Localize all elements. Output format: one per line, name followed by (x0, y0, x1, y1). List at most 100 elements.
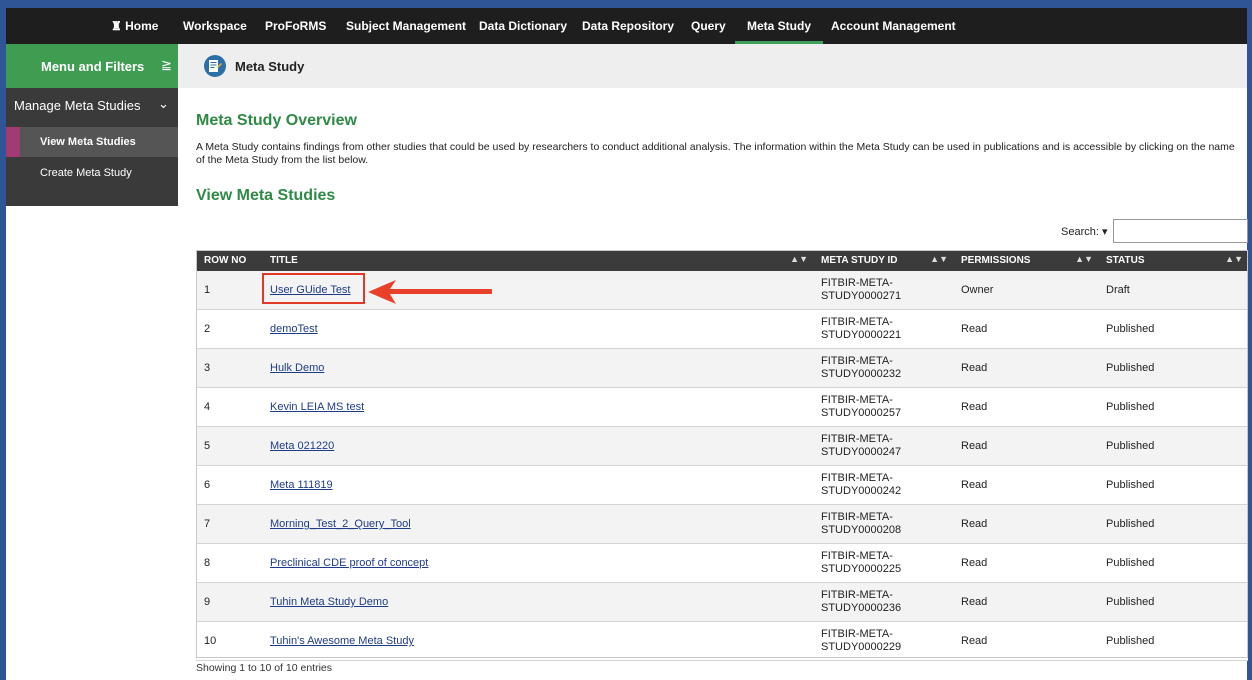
chevron-down-icon: ⌄ (158, 96, 169, 111)
nav-data-repository[interactable]: Data Repository (582, 8, 674, 44)
title-cell: Hulk Demo (262, 348, 813, 388)
row-number: 9 (196, 582, 262, 622)
column-header-permissions[interactable]: PERMISSIONS ▲▼ (953, 250, 1098, 271)
search-input[interactable] (1113, 219, 1248, 243)
meta-study-icon (204, 55, 226, 77)
status: Published (1098, 543, 1248, 583)
permissions: Read (953, 465, 1098, 505)
column-header-status[interactable]: STATUS ▲▼ (1098, 250, 1248, 271)
column-header-meta-study-id[interactable]: META STUDY ID ▲▼ (813, 250, 953, 271)
sidebar-item-create-meta-study[interactable]: Create Meta Study (6, 158, 178, 188)
nav-account-management[interactable]: Account Management (831, 8, 956, 44)
double-chevron-down-icon[interactable]: ≧ (161, 57, 172, 73)
caret-down-icon: ▾ (1101, 226, 1108, 238)
nav-subject-management[interactable]: Subject Management (346, 8, 466, 44)
row-number: 3 (196, 348, 262, 388)
sort-icon: ▲▼ (790, 254, 808, 264)
meta-study-link[interactable]: Preclinical CDE proof of concept (270, 557, 428, 569)
view-meta-studies-heading: View Meta Studies (196, 187, 336, 204)
sort-icon: ▲▼ (1225, 254, 1243, 264)
nav-home-label: Home (125, 19, 159, 33)
column-header-row-no[interactable]: ROW NO (196, 250, 262, 271)
sort-icon: ▲▼ (930, 254, 948, 264)
sidebar-header[interactable]: Menu and Filters ≧ (6, 44, 178, 88)
meta-study-link[interactable]: demoTest (270, 323, 318, 335)
sort-icon: ▲▼ (1075, 254, 1093, 264)
row-number: 7 (196, 504, 262, 544)
table-row: 2 demoTest FITBIR-META-STUDY0000221 Read… (196, 309, 1248, 349)
top-navigation: ♜ Home Workspace ProFoRMS Subject Manage… (6, 8, 1247, 44)
permissions: Read (953, 582, 1098, 622)
title-cell: Tuhin Meta Study Demo (262, 582, 813, 622)
title-cell: Morning_Test_2_Query_Tool (262, 504, 813, 544)
column-header-label: META STUDY ID (821, 255, 898, 266)
table-header-row: ROW NO TITLE ▲▼ META STUDY ID ▲▼ PERMISSIO… (196, 250, 1248, 271)
table-row: 6 Meta 111819 FITBIR-META-STUDY0000242 R… (196, 465, 1248, 505)
table-row: 9 Tuhin Meta Study Demo FITBIR-META-STUD… (196, 582, 1248, 622)
overview-description: A Meta Study contains findings from othe… (196, 141, 1235, 166)
table-info: Showing 1 to 10 of 10 entries (196, 662, 333, 674)
nav-query[interactable]: Query (691, 8, 726, 44)
meta-study-link[interactable]: Tuhin's Awesome Meta Study (270, 635, 414, 647)
permissions: Read (953, 504, 1098, 544)
status: Published (1098, 387, 1248, 427)
home-icon: ♜ (111, 19, 122, 33)
sidebar-group-label: Manage Meta Studies (14, 98, 141, 113)
nav-data-dictionary[interactable]: Data Dictionary (479, 8, 567, 44)
meta-study-id: FITBIR-META-STUDY0000271 (813, 271, 953, 310)
column-header-label: STATUS (1106, 255, 1145, 266)
title-cell: Tuhin's Awesome Meta Study (262, 621, 813, 661)
frame-top (0, 0, 1252, 8)
meta-study-link[interactable]: Hulk Demo (270, 362, 324, 374)
status: Published (1098, 309, 1248, 349)
table-row: 5 Meta 021220 FITBIR-META-STUDY0000247 R… (196, 426, 1248, 466)
meta-study-id: FITBIR-META-STUDY0000208 (813, 504, 953, 544)
status: Published (1098, 426, 1248, 466)
meta-study-link[interactable]: Morning_Test_2_Query_Tool (270, 518, 411, 530)
meta-study-id: FITBIR-META-STUDY0000221 (813, 309, 953, 349)
permissions: Read (953, 309, 1098, 349)
overview-heading: Meta Study Overview (196, 112, 357, 129)
meta-study-id: FITBIR-META-STUDY0000247 (813, 426, 953, 466)
title-cell: demoTest (262, 309, 813, 349)
meta-study-link[interactable]: Kevin LEIA MS test (270, 401, 364, 413)
status: Published (1098, 621, 1248, 661)
meta-study-link[interactable]: Tuhin Meta Study Demo (270, 596, 388, 608)
column-header-label: ROW NO (204, 255, 247, 266)
nav-workspace[interactable]: Workspace (183, 8, 247, 44)
row-number: 10 (196, 621, 262, 661)
status: Published (1098, 504, 1248, 544)
column-header-title[interactable]: TITLE ▲▼ (262, 250, 813, 271)
nav-proforms[interactable]: ProFoRMS (265, 8, 326, 44)
meta-study-link[interactable]: Meta 021220 (270, 440, 334, 452)
meta-study-id: FITBIR-META-STUDY0000257 (813, 387, 953, 427)
nav-meta-study[interactable]: Meta Study (735, 8, 824, 44)
meta-study-id: FITBIR-META-STUDY0000229 (813, 621, 953, 661)
row-number: 8 (196, 543, 262, 583)
meta-study-link[interactable]: Meta 111819 (270, 479, 333, 491)
permissions: Read (953, 387, 1098, 427)
search-label[interactable]: Search: ▾ (1061, 225, 1108, 238)
nav-home[interactable]: ♜ Home (111, 8, 158, 44)
sidebar-item-label: Create Meta Study (40, 167, 132, 179)
column-header-label: PERMISSIONS (961, 255, 1031, 266)
title-cell: Preclinical CDE proof of concept (262, 543, 813, 583)
sidebar-item-view-meta-studies[interactable]: View Meta Studies (6, 127, 178, 157)
permissions: Read (953, 348, 1098, 388)
search-label-text: Search: (1061, 226, 1099, 238)
permissions: Owner (953, 271, 1098, 310)
breadcrumb: Meta Study (178, 44, 1247, 88)
title-cell: Kevin LEIA MS test (262, 387, 813, 427)
sidebar-group-manage-meta-studies[interactable]: Manage Meta Studies ⌄ (6, 88, 178, 124)
permissions: Read (953, 426, 1098, 466)
table-row: 10 Tuhin's Awesome Meta Study FITBIR-MET… (196, 621, 1248, 661)
meta-studies-table: ROW NO TITLE ▲▼ META STUDY ID ▲▼ PERMISSIO… (196, 250, 1248, 661)
title-cell: Meta 111819 (262, 465, 813, 505)
column-header-label: TITLE (270, 255, 298, 266)
status: Draft (1098, 271, 1248, 310)
row-number: 4 (196, 387, 262, 427)
meta-study-id: FITBIR-META-STUDY0000232 (813, 348, 953, 388)
table-row: 4 Kevin LEIA MS test FITBIR-META-STUDY00… (196, 387, 1248, 427)
status: Published (1098, 465, 1248, 505)
sidebar-header-label: Menu and Filters (41, 59, 145, 74)
